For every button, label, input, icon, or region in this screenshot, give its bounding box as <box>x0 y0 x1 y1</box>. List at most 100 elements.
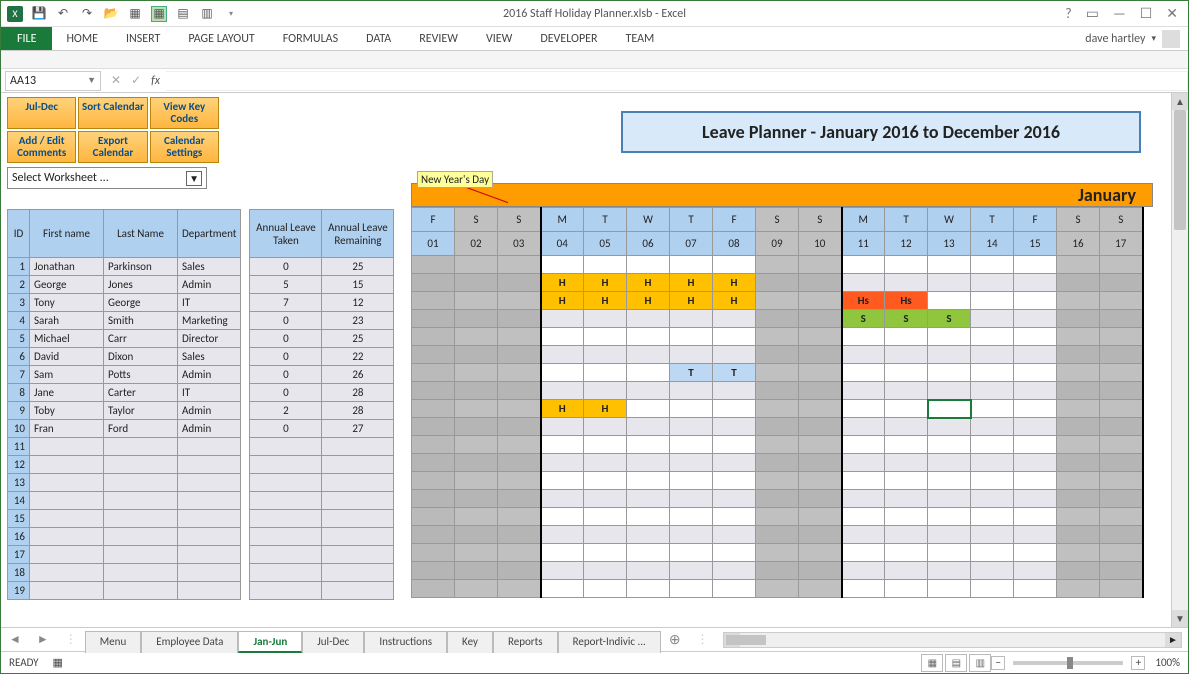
sheet-tab-employee-data[interactable]: Employee Data <box>141 631 238 653</box>
calendar-cell[interactable] <box>971 562 1014 580</box>
calendar-cell[interactable] <box>756 580 799 598</box>
calendar-cell[interactable] <box>584 436 627 454</box>
calendar-cell[interactable] <box>670 400 713 418</box>
employee-row[interactable]: 5MichaelCarrDirector025 <box>8 330 394 348</box>
calendar-cell[interactable] <box>1100 274 1143 292</box>
calendar-cell[interactable] <box>627 256 670 274</box>
ribbon-tab-page-layout[interactable]: PAGE LAYOUT <box>174 27 268 50</box>
calendar-cell[interactable] <box>498 400 541 418</box>
calendar-cell[interactable] <box>584 490 627 508</box>
calendar-cell[interactable] <box>1014 418 1057 436</box>
calendar-cell[interactable] <box>799 490 842 508</box>
calendar-cell[interactable] <box>412 310 455 328</box>
sheet-tab-report-indivic-[interactable]: Report-Indivic ... <box>558 631 661 653</box>
worksheet-area[interactable]: Jul-DecSort CalendarView Key CodesAdd / … <box>1 93 1171 627</box>
calendar-cell[interactable] <box>971 328 1014 346</box>
calendar-row[interactable] <box>412 472 1143 490</box>
calendar-cell[interactable] <box>455 400 498 418</box>
calendar-cell[interactable] <box>842 436 885 454</box>
close-icon[interactable]: ✕ <box>1166 5 1178 22</box>
calendar-cell[interactable] <box>1100 544 1143 562</box>
calendar-cell[interactable] <box>799 400 842 418</box>
calendar-cell[interactable] <box>756 544 799 562</box>
calendar-row[interactable] <box>412 418 1143 436</box>
calendar-cell[interactable] <box>584 454 627 472</box>
calendar-cell[interactable] <box>713 256 756 274</box>
calendar-cell[interactable] <box>928 454 971 472</box>
calendar-cell[interactable] <box>799 328 842 346</box>
calendar-cell[interactable] <box>584 256 627 274</box>
calendar-cell[interactable] <box>627 562 670 580</box>
calendar-cell[interactable] <box>541 418 584 436</box>
calendar-cell[interactable] <box>541 364 584 382</box>
calendar-cell[interactable] <box>1057 544 1100 562</box>
calendar-cell[interactable] <box>498 256 541 274</box>
calendar-cell[interactable] <box>498 418 541 436</box>
calendar-cell[interactable] <box>627 526 670 544</box>
minimize-icon[interactable]: — <box>1113 5 1126 22</box>
calendar-cell[interactable] <box>885 562 928 580</box>
view-break-icon[interactable]: ▥ <box>969 654 991 672</box>
calendar-cell[interactable] <box>627 580 670 598</box>
calendar-cell[interactable] <box>1057 562 1100 580</box>
employee-row[interactable]: 9TobyTaylorAdmin228 <box>8 402 394 420</box>
employee-row[interactable]: 3TonyGeorgeIT712 <box>8 294 394 312</box>
sheet-tab-jan-jun[interactable]: Jan-Jun <box>238 631 302 653</box>
calendar-cell[interactable] <box>756 526 799 544</box>
calendar-cell[interactable] <box>971 526 1014 544</box>
calendar-cell[interactable] <box>670 346 713 364</box>
calendar-cell[interactable] <box>1014 544 1057 562</box>
calendar-cell[interactable] <box>1057 346 1100 364</box>
calendar-cell[interactable] <box>713 454 756 472</box>
calendar-cell[interactable] <box>799 526 842 544</box>
calendar-cell[interactable] <box>799 292 842 310</box>
calendar-cell[interactable] <box>1057 418 1100 436</box>
calendar-cell[interactable] <box>842 364 885 382</box>
calendar-cell[interactable] <box>713 436 756 454</box>
calendar-cell[interactable] <box>1100 562 1143 580</box>
calendar-cell[interactable] <box>455 454 498 472</box>
calendar-cell[interactable] <box>541 436 584 454</box>
calendar-cell[interactable] <box>713 508 756 526</box>
col-dept[interactable]: Department <box>178 210 241 258</box>
calendar-cell[interactable] <box>455 328 498 346</box>
calendar-cell[interactable] <box>627 508 670 526</box>
calendar-cell[interactable] <box>1057 400 1100 418</box>
calendar-row[interactable] <box>412 328 1143 346</box>
calendar-cell[interactable] <box>412 346 455 364</box>
calendar-cell[interactable] <box>541 328 584 346</box>
calendar-cell[interactable] <box>799 544 842 562</box>
calendar-cell[interactable] <box>455 418 498 436</box>
calendar-cell[interactable] <box>584 382 627 400</box>
calendar-cell[interactable] <box>584 472 627 490</box>
calendar-cell[interactable] <box>713 346 756 364</box>
calendar-cell[interactable] <box>498 292 541 310</box>
employee-row-empty[interactable]: 11 <box>8 438 394 456</box>
scroll-thumb[interactable] <box>1174 110 1186 230</box>
calendar-row[interactable]: HHHHHHsHs <box>412 292 1143 310</box>
calendar-cell[interactable] <box>412 562 455 580</box>
calendar-cell[interactable]: H <box>627 292 670 310</box>
calendar-cell[interactable] <box>756 364 799 382</box>
calendar-cell[interactable] <box>928 562 971 580</box>
calendar-cell[interactable] <box>1014 274 1057 292</box>
calendar-cell[interactable] <box>1100 580 1143 598</box>
calendar-cell[interactable] <box>756 418 799 436</box>
horizontal-scrollbar[interactable]: ◄ ► <box>723 632 1182 648</box>
calendar-cell[interactable] <box>799 436 842 454</box>
employee-row-empty[interactable]: 15 <box>8 510 394 528</box>
calendar-cell[interactable] <box>713 490 756 508</box>
view-layout-icon[interactable]: ▤ <box>945 654 967 672</box>
calendar-cell[interactable] <box>455 526 498 544</box>
calendar-cell[interactable] <box>1014 328 1057 346</box>
calendar-cell[interactable] <box>1057 472 1100 490</box>
calendar-cell[interactable] <box>928 508 971 526</box>
employee-row[interactable]: 1JonathanParkinsonSales025 <box>8 258 394 276</box>
calendar-cell[interactable] <box>498 454 541 472</box>
calendar-cell[interactable] <box>1057 526 1100 544</box>
calendar-cell[interactable] <box>799 346 842 364</box>
calendar-cell[interactable] <box>670 328 713 346</box>
calendar-cell[interactable] <box>498 562 541 580</box>
calendar-cell[interactable]: H <box>584 292 627 310</box>
calendar-cell[interactable] <box>799 256 842 274</box>
